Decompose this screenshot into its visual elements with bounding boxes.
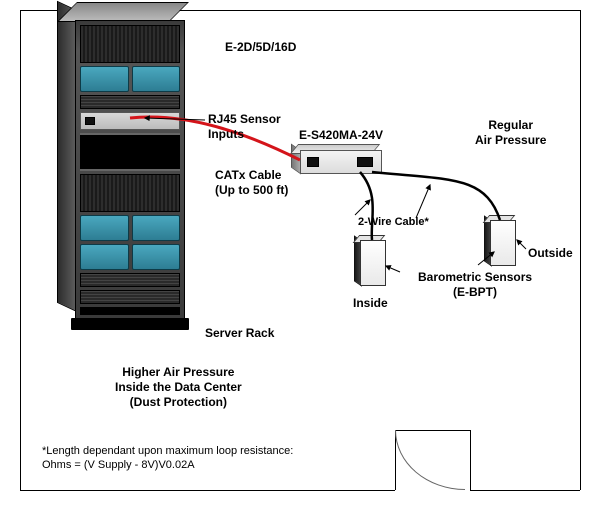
- label-regular-pressure: Regular Air Pressure: [475, 118, 546, 148]
- arrow-two-wire-r: [416, 185, 430, 218]
- label-inside: Inside: [353, 296, 388, 311]
- rack-drive-bay: [80, 174, 180, 212]
- sensor-inside: [360, 240, 384, 284]
- room-wall-left: [20, 10, 21, 490]
- arrow-outside-label: [517, 240, 526, 249]
- rack-vent: [80, 290, 180, 304]
- label-device-model: E-2D/5D/16D: [225, 40, 296, 55]
- label-barometric: Barometric Sensors (E-BPT): [418, 270, 532, 300]
- rack-kvm-row: [80, 244, 180, 270]
- label-outside: Outside: [528, 246, 573, 261]
- sensor-outside: [490, 220, 514, 264]
- rack-drive-bay: [80, 25, 180, 63]
- rack-vent: [80, 273, 180, 287]
- rack-sensor-panel: [80, 112, 180, 130]
- rack-screen-icon: [80, 215, 129, 241]
- label-higher-pressure: Higher Air Pressure Inside the Data Cent…: [115, 365, 242, 410]
- rack-kvm-row: [80, 66, 180, 92]
- server-rack: [75, 20, 185, 320]
- rack-foot: [80, 307, 180, 315]
- rack-screen-icon: [132, 66, 181, 92]
- label-catx: CATx Cable (Up to 500 ft): [215, 168, 288, 198]
- room-wall-bottom-left: [20, 490, 395, 491]
- arrow-sensor-inside: [386, 266, 400, 272]
- rj45-port-icon: [85, 117, 95, 125]
- rack-screen-icon: [80, 244, 129, 270]
- label-two-wire: 2-Wire Cable*: [358, 216, 429, 230]
- two-wire-cable-inside: [360, 172, 373, 240]
- converter-front: [300, 150, 382, 174]
- sensor-front: [360, 240, 386, 286]
- label-server-rack: Server Rack: [205, 326, 274, 341]
- rack-screen-icon: [132, 215, 181, 241]
- label-converter-model: E-S420MA-24V: [299, 128, 383, 143]
- rack-screen-icon: [80, 66, 129, 92]
- door-jamb-right: [470, 430, 471, 490]
- rack-base: [71, 318, 189, 330]
- rack-vent: [80, 95, 180, 109]
- label-footnote: *Length dependant upon maximum loop resi…: [42, 445, 293, 473]
- converter-box: [300, 150, 380, 172]
- rack-kvm-row: [80, 215, 180, 241]
- rack-screen-icon: [132, 244, 181, 270]
- room-wall-bottom-right: [470, 490, 580, 491]
- label-rj45: RJ45 Sensor Inputs: [208, 112, 281, 142]
- rack-gap: [80, 133, 180, 171]
- rack-top-panel: [57, 2, 189, 22]
- door-swing-arc-icon: [395, 430, 465, 490]
- two-wire-cable-outside: [372, 172, 500, 220]
- arrow-two-wire-l: [355, 200, 370, 215]
- room-wall-right: [580, 10, 581, 490]
- sensor-front: [490, 220, 516, 266]
- rack-front-panel: [75, 20, 185, 320]
